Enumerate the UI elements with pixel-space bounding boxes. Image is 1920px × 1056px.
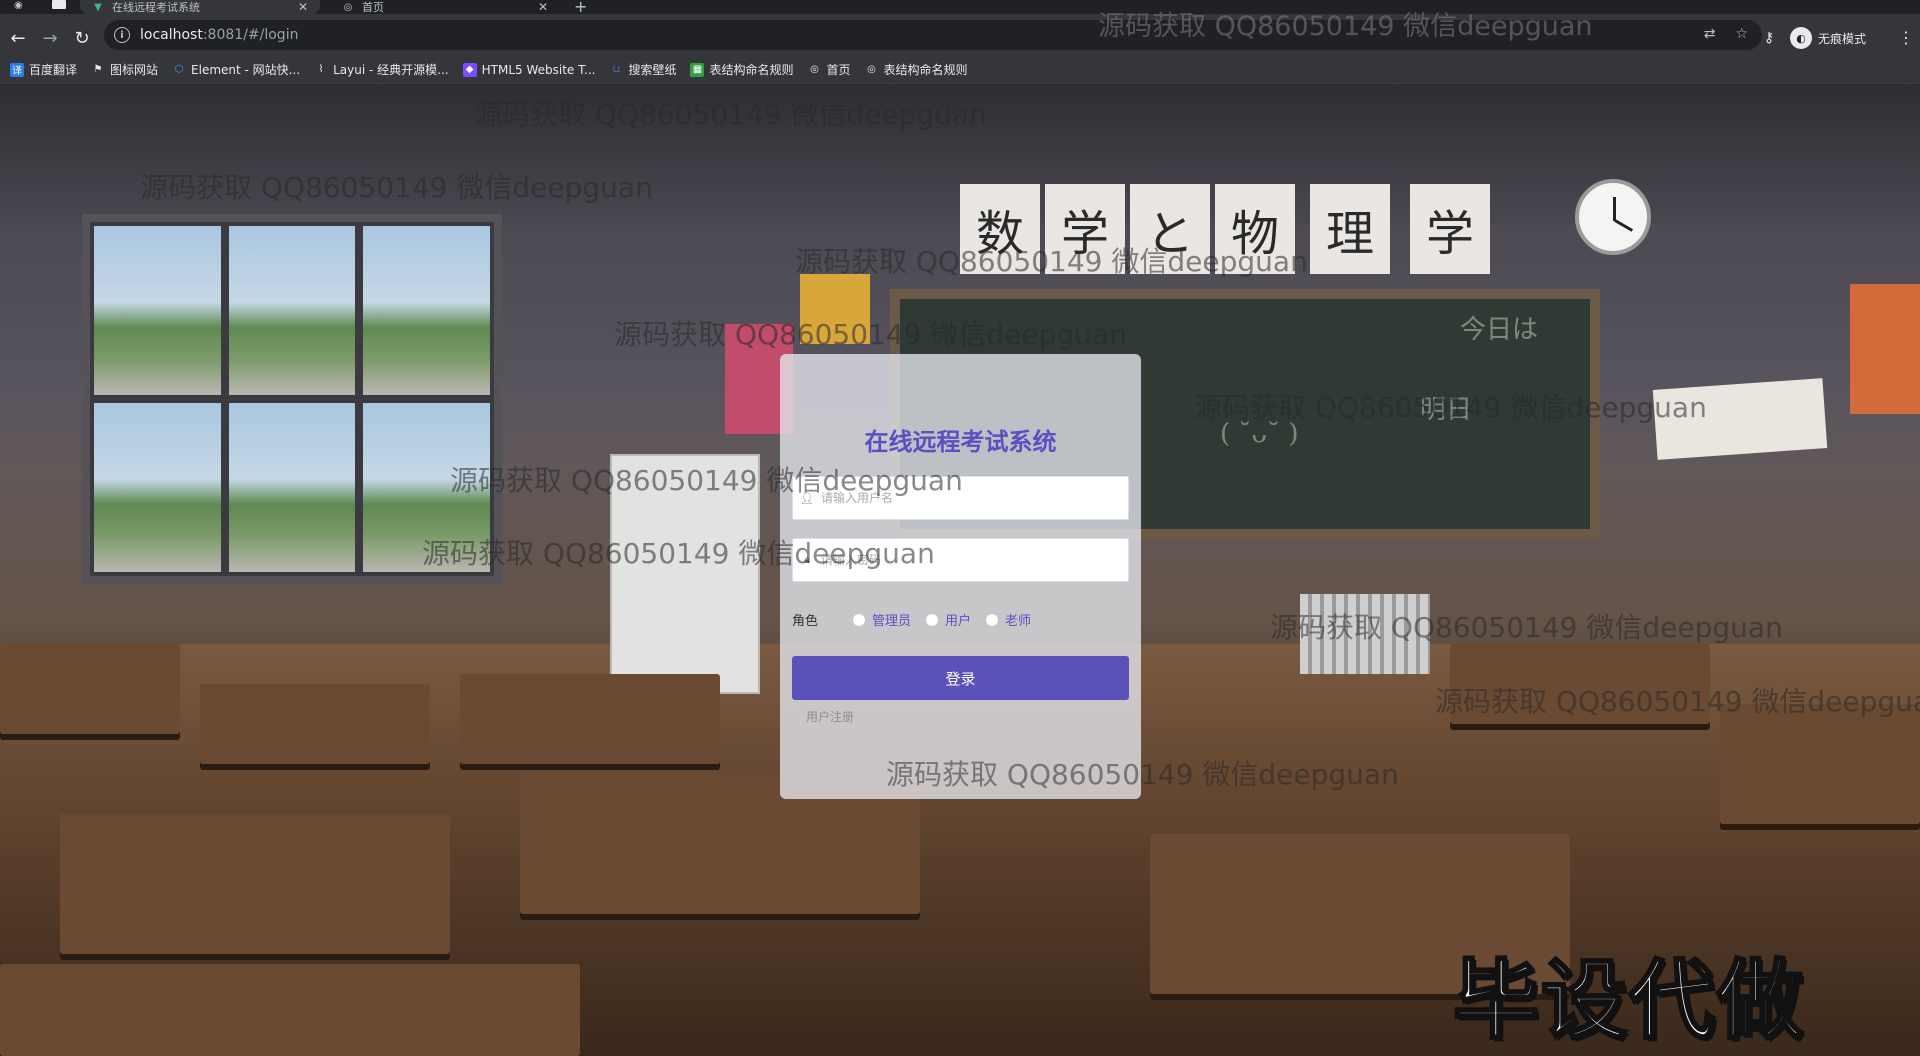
browser-toolbar: ← → ↻ i localhost :8081/#/login ⇄ ☆ ⚷ ◐ … bbox=[0, 14, 1920, 62]
watermark: 源码获取 QQ86050149 微信deepguan bbox=[614, 318, 1127, 351]
desk bbox=[0, 964, 580, 1056]
vue-icon: ▼ bbox=[94, 1, 102, 13]
bookmark-item[interactable]: ◆ HTML5 Website T... bbox=[462, 62, 595, 77]
tab-inactive[interactable]: ◎ 首页 ✕ bbox=[330, 0, 560, 14]
watermark: 源码获取 QQ86050149 微信deepguan bbox=[450, 464, 963, 497]
watermark: 源码获取 QQ86050149 微信deepguan bbox=[422, 537, 935, 570]
url-host: localhost bbox=[140, 27, 203, 43]
tab-title: 首页 bbox=[362, 1, 384, 14]
desk bbox=[0, 644, 180, 734]
incognito-indicator[interactable]: ◐ 无痕模式 bbox=[1790, 24, 1866, 52]
classroom-window bbox=[82, 214, 502, 584]
poster bbox=[1850, 284, 1920, 414]
watermark: 源码获取 QQ86050149 微信deepguan bbox=[1270, 611, 1783, 644]
login-form: 在线远程考试系统 👤︎ 🔒︎ 角色 管理员 用户 老师 登录 用户注册 bbox=[780, 354, 1141, 799]
watermark: 源码获取 QQ86050149 微信deepguan bbox=[1435, 685, 1920, 718]
bookmarks-bar: 译百度翻译 ⚑ 图标网站 ⬡ Element - 网站快... ⌇ Layui - 经… bbox=[0, 56, 1920, 84]
chrome-menu-icon[interactable]: ◉ bbox=[14, 0, 28, 11]
translate-icon[interactable]: ⇄ bbox=[1704, 26, 1716, 42]
desk bbox=[460, 674, 720, 764]
flag-icon: ⚑ bbox=[93, 64, 103, 75]
tab-strip: ◉ ▼ 在线远程考试系统 ✕ ◎ 首页 ✕ + bbox=[0, 0, 1920, 16]
banner-card: 理 bbox=[1310, 184, 1390, 274]
incognito-icon: ◐ bbox=[1790, 27, 1812, 49]
bookmark-item[interactable]: ◎ 表结构命名规则 bbox=[865, 61, 967, 78]
table-icon: ▦ bbox=[690, 62, 705, 77]
watermark: 源码获取 QQ86050149 微信deepguan bbox=[795, 245, 1308, 278]
tab-active[interactable]: ▼ 在线远程考试系统 ✕ bbox=[80, 0, 320, 14]
globe-icon: ◎ bbox=[343, 1, 353, 13]
html5-icon: ◆ bbox=[462, 62, 477, 77]
login-page: 今日は 明日 ( ˘ᴗ˘ ) 数 学 と 物 理 学 在线远程考试系统 👤︎ 🔒… bbox=[0, 84, 1920, 1056]
clock-icon bbox=[1575, 179, 1651, 255]
forward-icon[interactable]: → bbox=[38, 26, 62, 50]
role-label: 角色 bbox=[792, 614, 819, 629]
bookmark-item[interactable]: ▦ 表结构命名规则 bbox=[690, 61, 793, 78]
layui-icon: ⌇ bbox=[318, 64, 324, 75]
radio-icon[interactable] bbox=[852, 612, 866, 627]
url-path: :8081/#/login bbox=[202, 27, 299, 43]
watermark: 源码获取 QQ86050149 微信deepguan bbox=[1098, 11, 1593, 42]
watermark: 源码获取 QQ86050149 微信deepguan bbox=[140, 171, 653, 204]
info-icon[interactable]: i bbox=[114, 27, 130, 43]
radio-icon[interactable] bbox=[985, 612, 1000, 627]
bookmark-item[interactable]: ⚑ 图标网站 bbox=[91, 61, 159, 78]
bookmark-item[interactable]: ⬡ Element - 网站快... bbox=[172, 61, 300, 78]
window-icon bbox=[52, 0, 66, 9]
bookmark-item[interactable]: 译百度翻译 bbox=[10, 61, 77, 78]
bookmark-star-icon[interactable]: ☆ bbox=[1735, 26, 1748, 42]
radio-icon[interactable] bbox=[925, 612, 940, 627]
bookmark-item[interactable]: ⊔ 搜索壁纸 bbox=[609, 61, 677, 78]
back-icon[interactable]: ← bbox=[6, 26, 30, 50]
desk bbox=[1720, 704, 1920, 824]
register-link[interactable]: 用户注册 bbox=[806, 708, 854, 725]
translate-icon: 译 bbox=[10, 62, 24, 77]
key-icon[interactable]: ⚷ bbox=[1764, 30, 1774, 46]
role-radio-user[interactable]: 用户 bbox=[925, 610, 971, 629]
role-radio-teacher[interactable]: 老师 bbox=[985, 610, 1031, 629]
close-icon[interactable]: ✕ bbox=[538, 0, 548, 14]
tab-title: 在线远程考试系统 bbox=[112, 1, 200, 14]
desk bbox=[60, 814, 450, 954]
watermark: 源码获取 QQ86050149 微信deepguan bbox=[886, 758, 1399, 791]
role-selector: 角色 管理员 用户 老师 bbox=[792, 610, 1045, 629]
corner-stamp: 毕设代做 bbox=[1452, 950, 1805, 1053]
globe-icon: ◎ bbox=[867, 64, 876, 75]
element-icon: ⬡ bbox=[174, 64, 184, 75]
globe-icon: ◎ bbox=[810, 64, 819, 75]
close-icon[interactable]: ✕ bbox=[298, 0, 308, 14]
more-menu-icon[interactable]: ⋮ bbox=[1898, 28, 1914, 47]
wallpaper-icon: ⊔ bbox=[612, 64, 621, 75]
login-title: 在线远程考试系统 bbox=[864, 428, 1057, 456]
watermark: 源码获取 QQ86050149 微信deepguan bbox=[474, 98, 987, 131]
bookmark-item[interactable]: ⌇ Layui - 经典开源模... bbox=[314, 61, 449, 78]
watermark: 源码获取 QQ86050149 微信deepguan bbox=[1194, 391, 1707, 424]
banner-card: 学 bbox=[1410, 184, 1490, 274]
desk bbox=[200, 684, 430, 764]
role-radio-admin[interactable]: 管理员 bbox=[852, 610, 911, 629]
bookmark-item[interactable]: ◎ 首页 bbox=[807, 61, 850, 78]
incognito-label: 无痕模式 bbox=[1818, 31, 1867, 46]
reload-icon[interactable]: ↻ bbox=[70, 26, 94, 50]
login-button[interactable]: 登录 bbox=[792, 656, 1129, 700]
